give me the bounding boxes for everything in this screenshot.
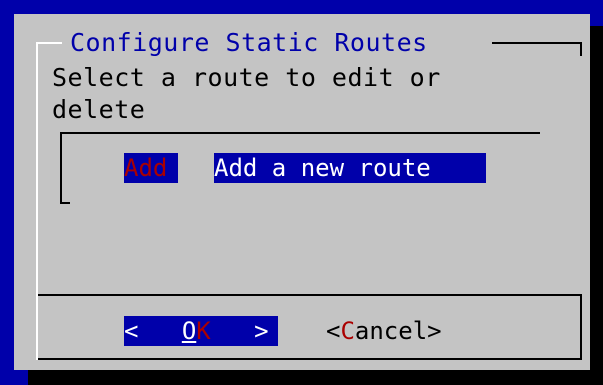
route-list-item-add[interactable]: Add Add a new route: [124, 153, 486, 183]
ok-right-bracket: >: [254, 317, 269, 345]
frame-top-left: [36, 42, 62, 44]
ok-left-bracket: <: [124, 317, 139, 345]
dialog-prompt-line2: delete: [52, 95, 146, 124]
cancel-button[interactable]: <Cancel>: [326, 316, 442, 346]
frame-bottom: [36, 358, 582, 360]
dialog-title: Configure Static Routes: [70, 28, 428, 57]
ok-label-hotkey: K: [196, 317, 211, 345]
dialog-shadow-right: [590, 26, 603, 385]
list-frame-top: [60, 132, 540, 134]
ok-button[interactable]: < OK >: [124, 316, 278, 346]
route-item-description[interactable]: Add a new route: [214, 153, 486, 183]
list-frame-left: [60, 132, 62, 204]
ok-label-o: O: [181, 317, 197, 345]
cancel-hotkey: C: [340, 317, 355, 345]
cancel-open: <: [326, 317, 341, 345]
frame-right-top: [580, 42, 582, 56]
list-frame-bottom-tick: [60, 202, 70, 204]
route-item-tag[interactable]: Add: [124, 153, 178, 183]
frame-right-bottom: [580, 294, 582, 360]
frame-left: [36, 42, 38, 360]
buttons-separator: [38, 294, 582, 296]
frame-top-right: [492, 42, 582, 44]
cancel-rest: ancel>: [354, 317, 442, 345]
dialog-prompt-line1: Select a route to edit or: [52, 63, 441, 92]
dialog-shadow-bottom: [28, 370, 603, 385]
